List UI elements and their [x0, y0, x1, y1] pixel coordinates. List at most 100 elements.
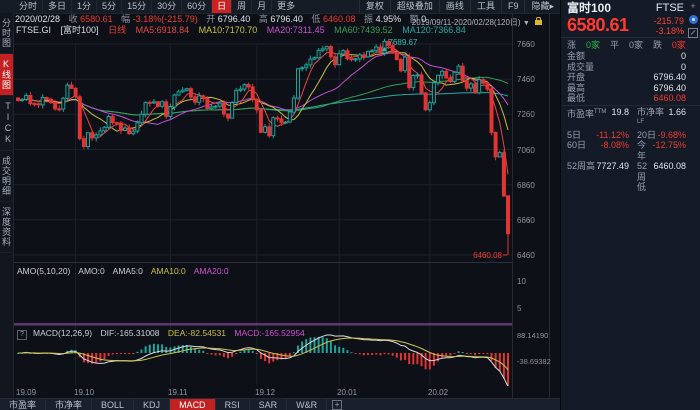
add-indicator-icon[interactable]: +	[332, 400, 343, 410]
menu-hide[interactable]: 隐藏▸	[524, 0, 560, 13]
settings-icon[interactable]	[688, 15, 698, 24]
pair-value: 6460.08	[653, 161, 686, 171]
amo-value: AMO:0	[78, 266, 105, 276]
info-high-value: 6796.40	[270, 14, 303, 24]
x-axis-label: 20.01	[337, 388, 358, 397]
sidebar-item-intraday-chart[interactable]: 分时图	[0, 13, 13, 54]
tab-pe-ratio[interactable]: 市盈率	[0, 399, 47, 410]
sidebar-item-depth-info[interactable]: 深度资料	[0, 202, 13, 253]
info-chg-label: 幅	[121, 14, 131, 24]
chart-menu: 复权 超级叠加 画线 工具 F9 隐藏▸	[358, 0, 560, 13]
quote-row-volume: 成交量 0	[561, 62, 700, 73]
tab-monthly[interactable]: 月	[251, 0, 271, 13]
sidebar-item-kline-chart[interactable]: K线图	[0, 54, 13, 96]
candles	[16, 38, 510, 255]
adv-label: 涨	[567, 40, 577, 50]
row-label: 开盘	[567, 72, 586, 82]
tab-weekly[interactable]: 周	[231, 0, 251, 13]
info-open-value: 6796.40	[217, 14, 251, 24]
ama20-value: AMA20:0	[193, 266, 229, 276]
quote-pair-5d-20d: 5日 -11.12% 20日 -9.68%	[561, 130, 700, 141]
menu-f9[interactable]: F9	[500, 0, 525, 13]
quote-header: 富时100 FTSE	[561, 0, 700, 15]
pair-value: -12.75%	[652, 140, 686, 150]
info-low-label: 低	[311, 14, 321, 24]
row-value: 6796.40	[653, 82, 686, 93]
adv-count: 0家	[585, 40, 600, 50]
dif-value: DIF:-165.31008	[100, 328, 160, 338]
tab-sar[interactable]: SAR	[250, 399, 288, 410]
row-label: 成交量	[567, 61, 595, 72]
pair-label: 60日	[567, 140, 587, 150]
tab-daily[interactable]: 日	[211, 0, 232, 13]
row-value: 6460.08	[653, 93, 686, 103]
dec-label: 跌	[652, 40, 662, 50]
info-chg-value: -3.18%(-215.79)	[132, 14, 198, 24]
pair-label: 52周低	[637, 161, 648, 192]
menu-draw-line[interactable]: 画线	[438, 0, 470, 13]
add-watchlist-icon[interactable]: +	[687, 2, 699, 11]
trading-app-window: 分时 多日 1分 5分 15分 30分 60分 日 周 月 更多 复权 超级叠加…	[0, 0, 700, 410]
tab-intraday[interactable]: 分时	[14, 0, 42, 13]
menu-tools[interactable]: 工具	[469, 0, 501, 13]
adv-dec-row: 涨 0家 平 0家 跌 0家	[561, 38, 700, 51]
symbol-name: [富时100]	[60, 25, 99, 35]
macd-title: MACD(12,26,9)	[33, 328, 93, 338]
last-price: 6580.61	[567, 15, 629, 35]
tab-15min[interactable]: 15分	[121, 0, 151, 13]
price-axis-label: 7260	[517, 110, 535, 119]
quote-row-low: 最低 6460.08	[561, 93, 700, 104]
dec-count: 0家	[671, 40, 686, 50]
ma5-legend: MA5:6918.84	[135, 25, 190, 35]
quote-pair-52w: 52周高 7727.49 52周低 6460.08	[561, 161, 700, 193]
period-toolbar: 分时 多日 1分 5分 15分 30分 60分 日 周 月 更多 复权 超级叠加…	[0, 0, 560, 14]
ma20-legend: MA20:7311.45	[266, 25, 325, 35]
row-label: 最低	[567, 93, 586, 103]
help-icon[interactable]: ?	[17, 330, 27, 340]
quote-panel: 富时100 FTSE 6580.61 -215.79 -3.18% 涨 0家 平…	[560, 0, 700, 410]
tab-60min[interactable]: 60分	[181, 0, 211, 13]
tab-30min[interactable]: 30分	[151, 0, 181, 13]
time-axis: 19.09 19.10 19.11 19.12 20.01 20.02	[14, 387, 512, 398]
menu-super-overlay[interactable]: 超级叠加	[389, 0, 439, 13]
tab-macd[interactable]: MACD	[170, 399, 216, 410]
menu-adjust-price[interactable]: 复权	[358, 0, 390, 13]
info-date: 2020/02/28	[15, 14, 61, 24]
period-label: 日线	[108, 25, 127, 35]
quote-row-amount: 金额 0	[561, 51, 700, 62]
tab-more[interactable]: 更多	[271, 0, 300, 13]
amo-indicator-header: AMO(5,10,20) AMO:0 AMA5:0 AMA10:0 AMA20:…	[17, 266, 235, 276]
pair-value: 7727.49	[596, 161, 629, 171]
edit-icon[interactable]	[688, 28, 698, 38]
quote-row-high: 最高 6796.40	[561, 83, 700, 94]
ma-legend-bar: FTSE.GI [富时100] 日线 MA5:6918.84 MA10:7170…	[16, 25, 473, 36]
tab-1min[interactable]: 1分	[71, 0, 96, 13]
pair-label: 5日	[567, 129, 582, 140]
tab-5min[interactable]: 5分	[96, 0, 121, 13]
ma10-legend: MA10:7170.70	[198, 25, 258, 35]
price-change: -215.79 -3.18%	[653, 15, 684, 36]
price-axis-label: 7460	[517, 75, 535, 84]
info-low-value: 6460.08	[322, 14, 356, 24]
price-axis: 7660 7460 7260 7060 6860 6660 6460 10 5 88.14190 -…	[512, 13, 551, 398]
tab-kdj[interactable]: KDJ	[134, 399, 171, 410]
info-high-label: 高	[258, 14, 268, 24]
x-axis-label: 19.11	[168, 388, 188, 397]
tab-wr[interactable]: W&R	[287, 399, 328, 410]
tab-rsi[interactable]: RSI	[216, 399, 250, 410]
info-amp-value: 4.95%	[375, 14, 402, 24]
quote-pair-pe-pb: 市盈率TTM 19.8 市净率LF 1.66	[561, 107, 700, 130]
tab-multiday[interactable]: 多日	[42, 0, 71, 13]
quote-icon-strip: +	[687, 2, 699, 38]
tab-pb-ratio[interactable]: 市净率	[46, 399, 93, 410]
tab-boll[interactable]: BOLL	[92, 399, 135, 410]
sidebar-item-trade-detail[interactable]: 成交明细	[0, 151, 13, 202]
macd-axis-label: -38.69382	[517, 357, 551, 366]
sidebar-item-tick[interactable]: TICK	[0, 96, 13, 151]
row-label: 金额	[567, 51, 586, 61]
row-value: 6796.40	[653, 72, 686, 82]
change-pct: -3.18%	[655, 26, 684, 36]
ma60-legend: MA60:7439.52	[334, 25, 393, 35]
period-tabs: 分时 多日 1分 5分 15分 30分 60分 日 周 月 更多	[14, 0, 300, 13]
quote-row-open: 开盘 6796.40	[561, 72, 700, 83]
